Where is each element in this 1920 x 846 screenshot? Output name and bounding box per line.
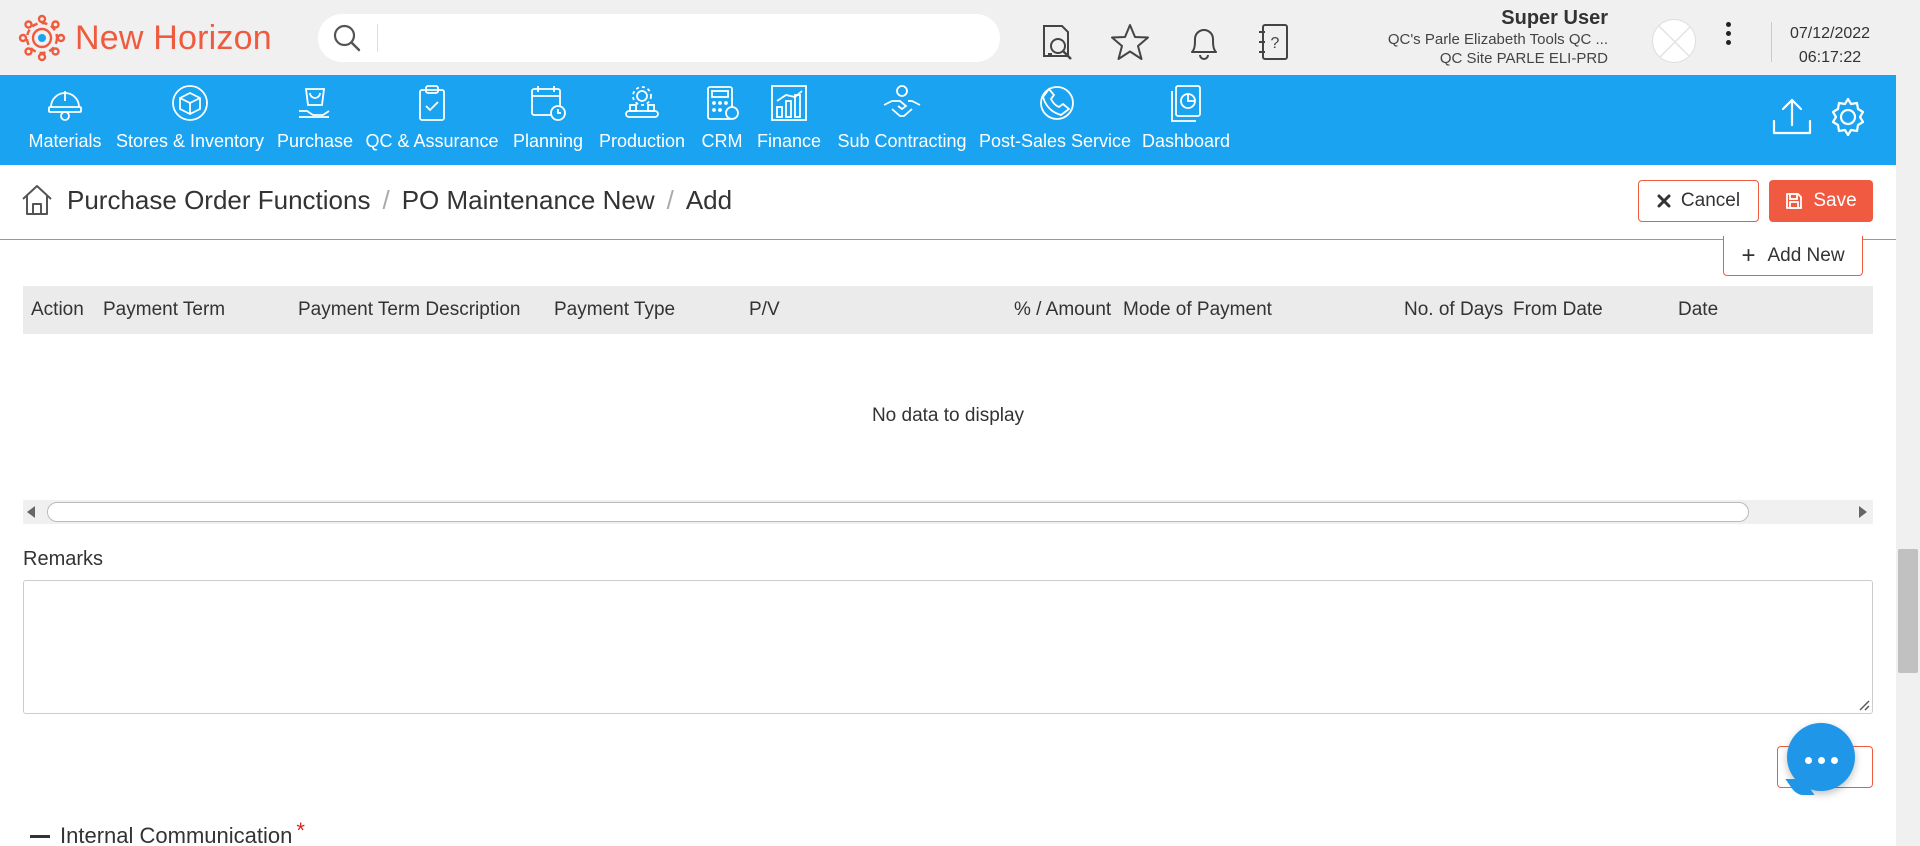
clipboard-check-icon	[419, 85, 445, 121]
calendar-clock-icon	[531, 86, 566, 121]
breadcrumb-purchase-order-functions[interactable]: Purchase Order Functions	[67, 185, 370, 215]
column-header-action[interactable]: Action	[31, 286, 84, 334]
gear-logo-icon	[18, 14, 66, 62]
home-icon[interactable]	[20, 183, 54, 217]
user-site: QC Site PARLE ELI-PRD	[1439, 50, 1608, 67]
scroll-right-arrow-icon[interactable]	[1859, 506, 1867, 518]
module-nav-bar: Materials Stores & Inventory Purchase QC…	[0, 75, 1896, 165]
nav-qc-assurance[interactable]: QC & Assurance	[365, 75, 499, 165]
column-header-payment-term-description[interactable]: Payment Term Description	[298, 286, 520, 334]
vertical-scroll-thumb[interactable]	[1898, 549, 1918, 673]
breadcrumb-separator: /	[382, 185, 390, 215]
internal-communication-title: Internal Communication	[60, 823, 293, 846]
search-box	[318, 14, 1000, 62]
nav-dashboard[interactable]: Dashboard	[1142, 75, 1230, 165]
collapse-minus-icon[interactable]	[30, 834, 50, 838]
nav-production[interactable]: Production	[598, 75, 686, 165]
remarks-label: Remarks	[23, 548, 104, 570]
grid-horizontal-scrollbar[interactable]	[23, 500, 1873, 524]
more-options-icon[interactable]	[1722, 18, 1734, 52]
chat-button[interactable]	[1787, 723, 1855, 791]
column-header-pv[interactable]: P/V	[749, 286, 780, 334]
nav-crm[interactable]: CRM	[700, 75, 744, 165]
box-icon	[172, 85, 208, 121]
star-icon[interactable]	[1110, 22, 1150, 62]
current-date: 07/12/2022	[1789, 25, 1871, 42]
settings-gear-icon[interactable]	[1826, 95, 1870, 139]
nav-post-sales-service[interactable]: Post-Sales Service	[979, 75, 1131, 165]
handshake-icon	[883, 85, 921, 117]
plus-icon: +	[1741, 241, 1756, 269]
internal-communication-section-header: Internal Communication *	[30, 818, 305, 846]
scroll-left-arrow-icon[interactable]	[27, 506, 35, 518]
cancel-button[interactable]: Cancel	[1638, 180, 1759, 222]
user-name: Super User	[1501, 7, 1608, 29]
dashboard-icon	[1171, 85, 1201, 122]
chat-dots-icon	[1787, 751, 1855, 769]
nav-stores-inventory[interactable]: Stores & Inventory	[116, 75, 264, 165]
app-logo[interactable]: New Horizon	[18, 14, 272, 62]
search-divider	[377, 24, 378, 52]
required-asterisk: *	[296, 818, 305, 843]
close-icon	[1657, 194, 1671, 208]
helmet-icon	[48, 91, 82, 121]
grid-empty-message: No data to display	[871, 405, 1025, 426]
breadcrumb-separator: /	[666, 185, 674, 215]
remarks-textarea[interactable]	[23, 580, 1873, 714]
page-header: Purchase Order Functions / PO Maintenance …	[0, 165, 1896, 240]
resize-grip-icon[interactable]	[1856, 697, 1870, 711]
headset-icon	[1040, 86, 1074, 120]
breadcrumb-current: Add	[685, 185, 733, 215]
column-header-from-date[interactable]: From Date	[1513, 286, 1603, 334]
breadcrumb-po-maintenance-new[interactable]: PO Maintenance New	[402, 185, 655, 215]
payment-terms-grid-header: Action Payment Term Payment Term Descrip…	[23, 286, 1873, 334]
column-header-payment-term[interactable]: Payment Term	[103, 286, 225, 334]
app-title: New Horizon	[75, 19, 272, 57]
nav-planning[interactable]: Planning	[512, 75, 584, 165]
column-header-date[interactable]: Date	[1678, 286, 1718, 334]
save-button[interactable]: Save	[1769, 180, 1873, 222]
cancel-button-label: Cancel	[1680, 190, 1741, 211]
horizontal-scroll-thumb[interactable]	[47, 502, 1749, 522]
avatar-placeholder-icon	[1658, 25, 1692, 59]
upload-icon[interactable]	[1770, 95, 1814, 139]
top-bar: New Horizon ? Super User QC's Parle Eliz…	[0, 0, 1920, 75]
user-company: QC's Parle Elizabeth Tools QC ...	[1387, 31, 1608, 48]
column-header-mode-of-payment[interactable]: Mode of Payment	[1123, 286, 1272, 334]
nav-materials[interactable]: Materials	[28, 75, 102, 165]
search-input[interactable]	[388, 22, 978, 54]
column-header-no-of-days[interactable]: No. of Days	[1404, 286, 1503, 334]
date-time: 07/12/2022 06:17:22	[1780, 22, 1880, 70]
bell-icon[interactable]	[1184, 22, 1224, 62]
add-new-button-label: Add New	[1767, 244, 1845, 266]
conveyor-gear-icon	[625, 86, 659, 118]
document-search-icon[interactable]	[1038, 22, 1078, 62]
column-header-payment-type[interactable]: Payment Type	[554, 286, 675, 334]
column-header-percent-amount[interactable]: % / Amount	[1014, 286, 1111, 334]
header-divider	[1771, 22, 1772, 62]
user-info: Super User QC's Parle Elizabeth Tools QC…	[1388, 6, 1608, 68]
calculator-icon	[707, 86, 739, 120]
avatar[interactable]	[1652, 19, 1696, 63]
breadcrumb: Purchase Order Functions / PO Maintenance …	[67, 185, 732, 216]
svg-text:?: ?	[1271, 35, 1280, 52]
add-new-button[interactable]: + Add New	[1723, 236, 1863, 276]
nav-purchase[interactable]: Purchase	[277, 75, 353, 165]
current-time: 06:17:22	[1798, 49, 1862, 66]
nav-finance[interactable]: Finance	[756, 75, 822, 165]
bag-icon	[299, 88, 330, 118]
search-icon[interactable]	[332, 23, 362, 53]
nav-sub-contracting[interactable]: Sub Contracting	[836, 75, 968, 165]
save-button-label: Save	[1813, 190, 1857, 211]
page-vertical-scrollbar[interactable]	[1896, 75, 1920, 846]
save-disk-icon	[1786, 193, 1803, 209]
bar-chart-icon	[771, 85, 807, 121]
help-notebook-icon[interactable]: ?	[1254, 22, 1294, 62]
